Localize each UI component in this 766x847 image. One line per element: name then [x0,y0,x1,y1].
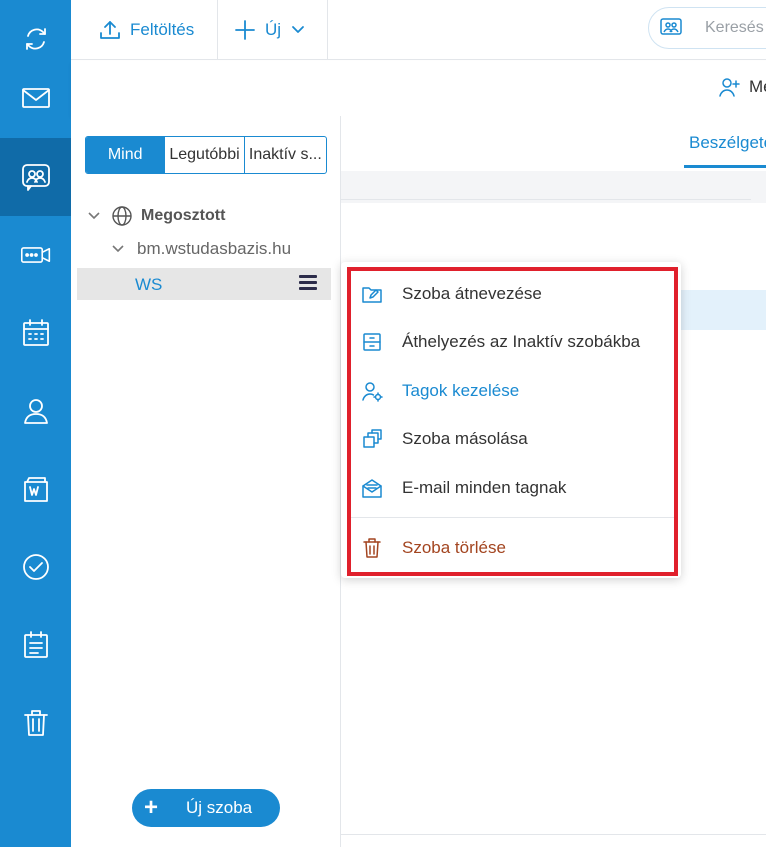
contacts-icon [23,399,48,424]
rail-tasks[interactable] [0,528,71,606]
mail-icon [21,88,50,108]
tree-label-domain: bm.wstudasbazis.hu [137,239,292,258]
segment-inactive[interactable]: Inaktív s... [245,137,326,173]
tab-conversation[interactable]: Beszélgetés [689,133,766,153]
rail-rooms[interactable] [0,138,71,216]
tree-node-domain[interactable]: bm.wstudasbazis.hu [111,239,291,259]
selected-row[interactable] [671,290,766,330]
room-subbar: Me [71,61,766,116]
top-toolbar: Feltöltés Új [71,0,766,60]
rail-files[interactable] [0,450,71,528]
calendar-icon [22,319,49,346]
notes-icon [23,631,48,658]
tasks-icon [22,554,49,580]
trash-icon [23,710,48,736]
rail-mail[interactable] [0,59,71,137]
new-button[interactable]: Új [234,0,305,60]
room-search-icon [660,18,682,35]
globe-icon [112,206,132,226]
new-room-button[interactable]: + Új szoba [132,789,280,827]
rail-calendar[interactable] [0,294,71,372]
highlight-box [347,267,678,576]
plus-icon: + [144,794,159,821]
new-label: Új [265,20,282,39]
divider [341,834,766,835]
rail-video[interactable] [0,216,71,294]
members-button[interactable]: Me [717,75,766,99]
menu-icon[interactable] [299,275,317,291]
files-icon [23,477,48,502]
tree-node-shared[interactable]: Megosztott [87,205,225,227]
rail-notes[interactable] [0,606,71,684]
members-label: Me [749,77,766,96]
upload-icon [100,21,120,39]
add-user-icon [719,78,740,97]
chevron-down-icon [292,26,304,33]
room-label: WS [135,275,163,294]
room-context-menu: Szoba átnevezése Áthelyezés az Inaktív s… [341,262,681,578]
toolbar-divider [327,0,328,60]
plus-icon [235,20,255,40]
chevron-down-icon [88,212,100,220]
rail-contacts[interactable] [0,372,71,450]
segment-all[interactable]: Mind [86,137,166,173]
room-filter-segments: Mind Legutóbbi Inaktív s... [85,136,327,174]
rail-trash[interactable] [0,684,71,762]
sync-icon [25,28,46,50]
upload-button[interactable]: Feltöltés [98,0,194,60]
tree-label-shared: Megosztott [141,207,226,224]
tab-underline [684,165,766,168]
app-rail [0,0,71,847]
rooms-panel: Mind Legutóbbi Inaktív s... Megosztott b… [71,116,341,847]
search-input[interactable] [705,19,766,37]
video-meeting-icon [20,247,50,263]
new-room-label: Új szoba [186,798,253,817]
segment-recent[interactable]: Legutóbbi [165,137,245,173]
rooms-icon [21,164,50,191]
upload-label: Feltöltés [130,20,195,39]
tree-node-room-ws[interactable]: WS [77,268,331,300]
toolbar-divider [217,0,218,60]
chevron-down-icon [112,245,124,253]
search-box[interactable] [648,7,766,49]
divider [341,199,751,200]
